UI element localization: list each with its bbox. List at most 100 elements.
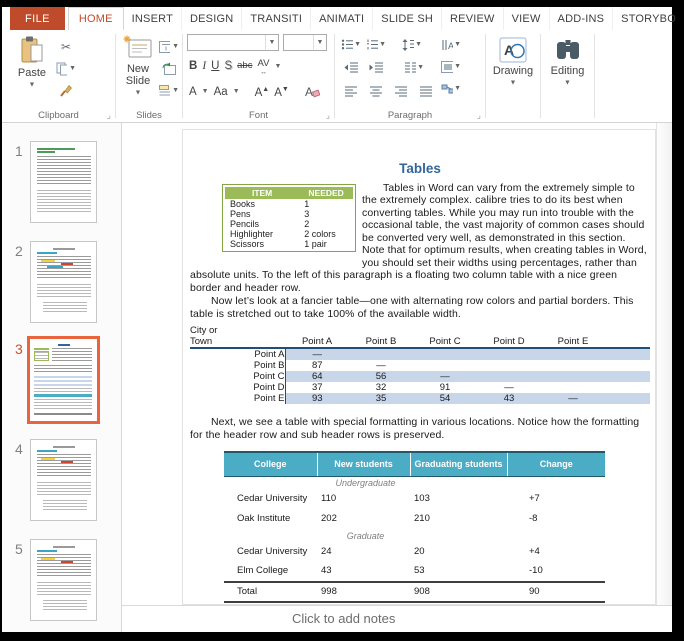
supplies-header-needed: NEEDED	[299, 187, 353, 200]
slide-2-page[interactable]	[30, 241, 97, 323]
align-left-button[interactable]	[341, 82, 361, 101]
font-size-combo[interactable]: ▼	[283, 34, 327, 51]
supplies-table[interactable]: ITEM NEEDED Books1 Pens3 Pencils2 Highli…	[222, 184, 356, 253]
section-button[interactable]: ▼	[159, 81, 179, 100]
text-direction-button[interactable]: A ▼	[441, 35, 461, 54]
bullets-icon	[341, 39, 353, 50]
line-spacing-icon	[402, 39, 414, 51]
slide-title[interactable]: Tables	[190, 163, 650, 176]
font-name-combo[interactable]: ▼	[187, 34, 279, 51]
new-slide-button[interactable]: New Slide ▼	[117, 35, 159, 99]
table-row: Scissors1 pair	[225, 239, 353, 249]
editing-button[interactable]: Editing ▼	[546, 37, 589, 89]
notes-placeholder[interactable]: Click to add notes	[122, 605, 672, 632]
underline-button[interactable]: U	[211, 59, 219, 73]
align-right-button[interactable]	[391, 82, 411, 101]
tab-design[interactable]: DESIGN	[182, 7, 242, 30]
college-table[interactable]: College New students Graduating students…	[224, 451, 605, 603]
clipboard-dialog-launcher[interactable]: ⌟	[107, 111, 111, 119]
slide-thumbnail-panel: 1 2	[2, 123, 122, 632]
tab-slideshow[interactable]: SLIDE SH	[373, 7, 442, 30]
italic-button[interactable]: I	[202, 59, 206, 73]
font-dialog-launcher[interactable]: ⌟	[326, 111, 330, 119]
format-painter-button[interactable]	[56, 81, 76, 100]
paragraph-fancier-table[interactable]: Now let’s look at a fancier table—one wi…	[190, 295, 650, 320]
tab-review[interactable]: REVIEW	[442, 7, 504, 30]
clipboard-paste-icon	[10, 35, 54, 65]
table-row: Oak Institute 202 210 -8	[224, 509, 605, 529]
table-row: Cedar University 24 20 +4	[224, 542, 605, 562]
font-color-button[interactable]: A	[189, 85, 197, 99]
college-header-row: College New students Graduating students…	[224, 452, 605, 476]
columns-button[interactable]: ▼	[404, 58, 424, 77]
slide-5-page[interactable]	[30, 539, 97, 621]
format-painter-icon	[59, 84, 73, 97]
slide-canvas[interactable]: Tables ITEM NEEDED Books1 Pens3 Pencils2…	[182, 129, 656, 605]
slide-number-selected: 3	[15, 341, 23, 357]
copy-button[interactable]: ▼	[56, 59, 76, 78]
columns-icon	[404, 62, 416, 73]
powerpoint-window: FILE HOME INSERT DESIGN TRANSITI ANIMATI…	[2, 7, 672, 632]
reset-slide-button[interactable]	[159, 59, 179, 78]
screen: FILE HOME INSERT DESIGN TRANSITI ANIMATI…	[0, 0, 684, 641]
drawing-caret-icon: ▼	[510, 80, 517, 87]
ribbon: Paste ▼ ✂ ▼ Clipboard	[2, 30, 672, 123]
tab-view[interactable]: VIEW	[504, 7, 550, 30]
tab-transitions[interactable]: TRANSITI	[242, 7, 311, 30]
font-group-label: Font	[183, 110, 334, 121]
supplies-header-row: ITEM NEEDED	[225, 187, 353, 200]
table-row: Point E 93 35 54 43 —	[190, 393, 650, 404]
character-spacing-button[interactable]: AV↔	[257, 57, 269, 75]
slide-1-page[interactable]	[30, 141, 97, 223]
increase-indent-button[interactable]	[366, 58, 386, 77]
slide-3-page[interactable]	[27, 336, 100, 424]
align-text-icon	[441, 61, 453, 73]
paragraph-dialog-launcher[interactable]: ⌟	[477, 111, 481, 119]
shrink-arrow-icon: ▼	[282, 86, 289, 93]
tab-storyboarding[interactable]: STORYBO	[613, 7, 684, 30]
convert-smartart-button[interactable]: ▼	[441, 79, 461, 98]
clear-formatting-icon: A	[305, 85, 320, 98]
paragraph-special-formatting[interactable]: Next, we see a table with special format…	[190, 416, 650, 441]
smartart-icon	[441, 83, 453, 95]
paste-button[interactable]: Paste ▼	[10, 35, 54, 91]
increase-indent-icon	[369, 62, 384, 73]
clear-formatting-button[interactable]: A	[303, 82, 323, 101]
tab-addins[interactable]: ADD-INS	[550, 7, 614, 30]
slide-number: 1	[15, 143, 23, 159]
new-slide-icon	[117, 35, 159, 61]
align-text-button[interactable]: ▼	[441, 57, 461, 76]
strikethrough-button[interactable]: abc	[237, 59, 252, 73]
text-shadow-button[interactable]: S	[224, 59, 232, 73]
font-name-dropdown-icon[interactable]: ▼	[265, 35, 278, 50]
points-table[interactable]: City or Town Point A Point B Point C Poi…	[190, 325, 650, 404]
slide-number: 2	[15, 243, 23, 259]
slide-layout-button[interactable]: ▼	[159, 37, 179, 56]
vertical-scrollbar[interactable]	[656, 123, 672, 605]
cut-button[interactable]: ✂	[56, 37, 76, 56]
tab-file[interactable]: FILE	[10, 7, 65, 30]
font-color-caret-icon: ▼	[202, 88, 209, 95]
clipboard-group-label: Clipboard	[2, 110, 115, 121]
shrink-font-button[interactable]: A▼	[274, 83, 289, 100]
bold-button[interactable]: B	[189, 59, 197, 73]
justify-button[interactable]	[416, 82, 436, 101]
change-case-button[interactable]: Aa	[214, 85, 228, 99]
slides-group-label: Slides	[116, 110, 182, 121]
grow-font-button[interactable]: A▲	[255, 83, 270, 100]
numbering-button[interactable]: ▼	[366, 35, 386, 54]
table-row: Pencils2	[225, 219, 353, 229]
new-slide-caret-icon: ▼	[135, 90, 142, 97]
line-spacing-button[interactable]: ▼	[402, 35, 422, 54]
table-row: Point B 87 —	[190, 360, 650, 371]
drawing-button[interactable]: A Drawing ▼	[491, 37, 535, 89]
slide-4-page[interactable]	[30, 439, 97, 521]
decrease-indent-button[interactable]	[341, 58, 361, 77]
tab-home[interactable]: HOME	[68, 7, 124, 30]
text-direction-icon: A	[441, 39, 453, 51]
bullets-button[interactable]: ▼	[341, 35, 361, 54]
tab-animations[interactable]: ANIMATI	[311, 7, 373, 30]
align-center-button[interactable]	[366, 82, 386, 101]
font-size-dropdown-icon[interactable]: ▼	[313, 35, 326, 50]
tab-insert[interactable]: INSERT	[124, 7, 182, 30]
